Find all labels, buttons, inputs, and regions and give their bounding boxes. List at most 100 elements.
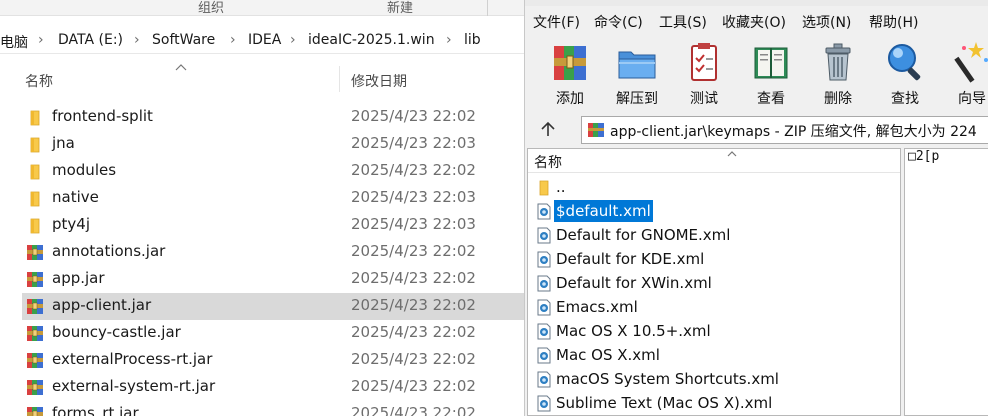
menu-favorites[interactable]: 收藏夹(O)	[722, 12, 786, 32]
chevron-right-icon[interactable]: ›	[38, 32, 44, 48]
breadcrumb-item-software[interactable]: SoftWare	[152, 32, 215, 48]
up-arrow-icon[interactable]	[539, 120, 557, 138]
file-row[interactable]: bouncy-castle.jar 2025/4/23 22:02	[22, 320, 524, 347]
column-divider[interactable]	[339, 66, 340, 92]
file-modified-date: 2025/4/23 22:02	[351, 296, 476, 314]
chevron-right-icon[interactable]: ›	[290, 32, 296, 48]
preview-pane: □2[p	[904, 148, 988, 416]
archive-icon	[588, 123, 604, 137]
xml-file-icon	[537, 347, 551, 364]
file-name: external-system-rt.jar	[52, 377, 216, 395]
breadcrumb-item-idea[interactable]: IDEA	[248, 32, 281, 48]
find-button[interactable]: 查找	[871, 38, 935, 110]
column-header-name[interactable]: 名称	[25, 71, 53, 91]
ribbon-divider	[487, 0, 488, 16]
archive-row[interactable]: $default.xml	[534, 199, 900, 223]
file-modified-date: 2025/4/23 22:02	[351, 404, 476, 416]
add-button-label: 添加	[556, 91, 584, 107]
file-name: pty4j	[52, 215, 90, 233]
wizard-button[interactable]: 向导	[938, 38, 988, 110]
archive-row[interactable]: ..	[534, 175, 900, 199]
archive-column-header-name[interactable]: 名称	[534, 152, 562, 172]
breadcrumb-item-lib[interactable]: lib	[464, 32, 481, 48]
folder-icon	[30, 191, 40, 207]
test-button[interactable]: 测试	[670, 38, 734, 110]
sort-ascending-icon[interactable]	[726, 149, 738, 157]
file-row[interactable]: app.jar 2025/4/23 22:02	[22, 266, 524, 293]
menu-file[interactable]: 文件(F)	[533, 12, 580, 32]
archive-row[interactable]: Default for XWin.xml	[534, 271, 900, 295]
breadcrumb-item-ideaic[interactable]: ideaIC-2025.1.win	[308, 32, 435, 48]
extract-to-button[interactable]: 解压到	[603, 38, 667, 110]
archive-row[interactable]: Default for KDE.xml	[534, 247, 900, 271]
file-row[interactable]: modules 2025/4/23 22:02	[22, 158, 524, 185]
archive-row[interactable]: Mac OS X.xml	[534, 343, 900, 367]
file-row[interactable]: pty4j 2025/4/23 22:03	[22, 212, 524, 239]
menu-options[interactable]: 选项(N)	[802, 12, 851, 32]
menu-commands[interactable]: 命令(C)	[594, 12, 643, 32]
archive-path-text: app-client.jar\keymaps - ZIP 压缩文件, 解包大小为…	[610, 124, 977, 140]
breadcrumb-item-drive[interactable]: DATA (E:)	[58, 32, 123, 48]
folder-icon	[30, 164, 40, 180]
archive-jar-icon	[27, 245, 43, 260]
archive-entry-name: $default.xml	[554, 200, 653, 222]
file-row[interactable]: forms_rt.jar 2025/4/23 22:02	[22, 401, 524, 416]
archive-list-header: 名称	[528, 149, 900, 173]
file-row[interactable]: annotations.jar 2025/4/23 22:02	[22, 239, 524, 266]
file-name: bouncy-castle.jar	[52, 323, 181, 341]
file-modified-date: 2025/4/23 22:02	[351, 107, 476, 125]
file-modified-date: 2025/4/23 22:03	[351, 188, 476, 206]
title-bar	[525, 0, 988, 6]
file-name: forms_rt.jar	[52, 404, 139, 416]
archive-entry-name: macOS System Shortcuts.xml	[556, 370, 779, 388]
archive-file-list: 名称 .. $default.xml Default for GNOME.xml De…	[527, 148, 901, 416]
test-button-label: 测试	[690, 91, 718, 107]
archive-jar-icon	[27, 407, 43, 416]
column-header-row: 名称 修改日期	[0, 62, 524, 98]
file-name: externalProcess-rt.jar	[52, 350, 213, 368]
file-row[interactable]: external-system-rt.jar 2025/4/23 22:02	[22, 374, 524, 401]
archive-row[interactable]: Default for GNOME.xml	[534, 223, 900, 247]
view-button[interactable]: 查看	[737, 38, 801, 110]
file-row[interactable]: externalProcess-rt.jar 2025/4/23 22:02	[22, 347, 524, 374]
archive-jar-icon	[27, 353, 43, 368]
delete-button[interactable]: 删除	[804, 38, 868, 110]
breadcrumb[interactable]: 电脑 › DATA (E:) › SoftWare › IDEA › ideaI…	[0, 28, 524, 54]
archive-jar-icon	[27, 326, 43, 341]
xml-file-icon	[537, 371, 551, 388]
archive-row[interactable]: Emacs.xml	[534, 295, 900, 319]
find-button-label: 查找	[891, 91, 919, 107]
file-modified-date: 2025/4/23 22:02	[351, 269, 476, 287]
column-header-modified[interactable]: 修改日期	[351, 71, 407, 91]
sort-ascending-icon[interactable]	[174, 62, 188, 72]
archive-path-field[interactable]: app-client.jar\keymaps - ZIP 压缩文件, 解包大小为…	[581, 116, 988, 144]
ribbon-group-labels: 组织 新建	[0, 0, 524, 16]
menu-help[interactable]: 帮助(H)	[869, 12, 918, 32]
chevron-right-icon[interactable]: ›	[230, 32, 236, 48]
wizard-button-label: 向导	[958, 91, 986, 107]
folder-icon	[30, 218, 40, 234]
file-name: app-client.jar	[52, 296, 152, 314]
breadcrumb-item-pc[interactable]: 电脑	[0, 32, 28, 52]
archive-jar-icon	[27, 272, 43, 287]
file-name: native	[52, 188, 99, 206]
chevron-right-icon[interactable]: ›	[134, 32, 140, 48]
archive-row[interactable]: macOS System Shortcuts.xml	[534, 367, 900, 391]
archive-row[interactable]: Sublime Text (Mac OS X).xml	[534, 391, 900, 415]
file-modified-date: 2025/4/23 22:03	[351, 134, 476, 152]
chevron-right-icon[interactable]: ›	[446, 32, 452, 48]
file-row[interactable]: jna 2025/4/23 22:03	[22, 131, 524, 158]
file-row[interactable]: app-client.jar 2025/4/23 22:02	[22, 293, 524, 320]
archive-row[interactable]: Mac OS X 10.5+.xml	[534, 319, 900, 343]
file-modified-date: 2025/4/23 22:02	[351, 242, 476, 260]
add-button[interactable]: 添加	[536, 38, 600, 110]
file-modified-date: 2025/4/23 22:03	[351, 215, 476, 233]
archive-jar-icon	[27, 380, 43, 395]
file-explorer-window: 组织 新建 电脑 › DATA (E:) › SoftWare › IDEA ›…	[0, 0, 524, 416]
file-modified-date: 2025/4/23 22:02	[351, 323, 476, 341]
file-modified-date: 2025/4/23 22:02	[351, 161, 476, 179]
file-row[interactable]: frontend-split 2025/4/23 22:02	[22, 104, 524, 131]
menu-tools[interactable]: 工具(S)	[659, 12, 707, 32]
file-row[interactable]: native 2025/4/23 22:03	[22, 185, 524, 212]
xml-file-icon	[537, 395, 551, 412]
